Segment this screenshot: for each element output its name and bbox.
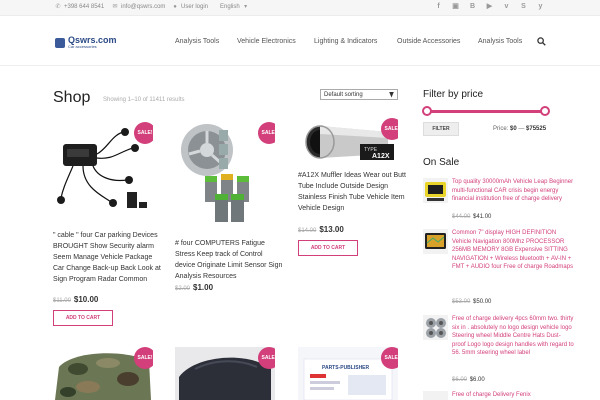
onsale-thumbnail[interactable] <box>423 178 448 203</box>
product-image[interactable]: SALE! <box>175 118 275 228</box>
site-logo[interactable]: Qswrs.com Car accessories <box>55 36 117 49</box>
price-max: $75525 <box>526 126 547 132</box>
top-bar: ✆ +398 644 8541 ✉ info@qswrs.com ● User … <box>0 0 600 16</box>
language-label: English <box>220 4 240 10</box>
yelp-icon[interactable]: y <box>537 3 544 11</box>
site-header: Qswrs.com Car accessories Analysis Tools… <box>0 16 600 66</box>
language-selector[interactable]: English ▾ <box>220 4 249 10</box>
sale-price: $13.00 <box>319 225 344 234</box>
sale-badge: SALE! <box>381 118 398 140</box>
phone-contact[interactable]: ✆ +398 644 8541 <box>55 4 104 10</box>
sale-price: $10.00 <box>73 295 99 304</box>
product-title[interactable]: " cable " four Car parking Devices BROUG… <box>53 230 161 285</box>
email-contact[interactable]: ✉ info@qswrs.com <box>112 4 165 10</box>
email-address: info@qswrs.com <box>121 4 166 10</box>
user-icon: ● <box>173 4 177 10</box>
product-image[interactable]: SALE! <box>175 347 275 400</box>
mail-icon: ✉ <box>112 4 118 10</box>
price-slider-track[interactable] <box>427 110 545 113</box>
image-label-model: A12X <box>372 153 390 160</box>
price-separator: — <box>518 126 525 132</box>
nav-item-outside-accessories[interactable]: Outside Accessories <box>397 38 460 45</box>
user-login-label: User login <box>181 4 209 10</box>
sale-badge: SALE! <box>381 347 398 369</box>
phone-number: +398 644 8541 <box>64 4 105 10</box>
nav-item-lighting-indicators[interactable]: Lighting & Indicators <box>314 38 377 45</box>
product-image[interactable]: PARTS-PUBLISHER SALE! <box>298 347 398 400</box>
sale-badge: SALE! <box>134 347 153 369</box>
filter-by-price-title: Filter by price <box>423 89 484 100</box>
onsale-thumbnail[interactable] <box>423 315 448 340</box>
logo-mark-icon <box>55 37 65 48</box>
onsale-item-title[interactable]: Free of charge delivery 4pcs 60mm two. t… <box>452 315 574 358</box>
product-price: $2.00 $1.00 <box>175 283 213 292</box>
old-price: $53.00 <box>452 299 471 305</box>
sale-price: $41.00 <box>473 214 492 220</box>
youtube-icon[interactable]: ▶ <box>486 3 493 11</box>
sale-badge: SALE! <box>258 347 275 369</box>
image-label-parts-publisher: PARTS-PUBLISHER <box>322 365 370 371</box>
onsale-item-price: $6.00 $6.00 <box>452 377 485 383</box>
nav-item-analysis-tools[interactable]: Analysis Tools <box>175 38 219 45</box>
sale-price: $50.00 <box>473 299 492 305</box>
page-title: Shop <box>53 89 91 106</box>
instagram-icon[interactable]: ▣ <box>452 3 459 11</box>
sort-select-value: Default sorting <box>324 91 363 98</box>
sort-select[interactable]: Default sorting <box>320 89 398 100</box>
onsale-item-title[interactable]: Free of charge Delivery Fenix <box>452 391 574 400</box>
on-sale-title: On Sale <box>423 157 460 168</box>
old-price: $14.00 <box>298 228 317 234</box>
facebook-icon[interactable]: f <box>435 3 442 11</box>
price-slider-min-handle[interactable] <box>422 106 432 116</box>
product-image[interactable]: TYPE A12X SALE! <box>298 118 398 166</box>
sale-price: $6.00 <box>469 377 485 383</box>
sale-badge: SALE! <box>134 122 153 144</box>
chevron-down-icon <box>389 91 394 98</box>
user-login-link[interactable]: ● User login <box>172 4 208 10</box>
product-title[interactable]: # four COMPUTERS Fatigue Stress Keep tra… <box>175 238 283 282</box>
behance-icon[interactable]: B <box>469 3 476 11</box>
old-price: $44.00 <box>452 214 471 220</box>
product-image[interactable]: SALE! <box>53 118 153 222</box>
onsale-thumbnail[interactable] <box>423 229 448 254</box>
sale-price: $1.00 <box>193 283 214 292</box>
chevron-down-icon: ▾ <box>244 4 248 10</box>
old-price: $6.00 <box>452 377 468 383</box>
filter-button[interactable]: FILTER <box>423 122 459 136</box>
skype-icon[interactable]: S <box>520 3 527 11</box>
search-icon[interactable] <box>537 37 546 46</box>
price-slider-max-handle[interactable] <box>540 106 550 116</box>
price-min: $0 <box>510 126 517 132</box>
onsale-thumbnail[interactable] <box>423 391 448 400</box>
logo-tagline: Car accessories <box>68 44 97 49</box>
nav-item-analysis-tools-2[interactable]: Analysis Tools <box>478 38 522 45</box>
onsale-item-title[interactable]: Common 7" display HIGH DEFINITION Vehicl… <box>452 229 574 272</box>
product-image[interactable]: SALE! <box>53 347 153 400</box>
nav-item-vehicle-electronics[interactable]: Vehicle Electronics <box>237 38 296 45</box>
old-price: $2.00 <box>175 286 191 292</box>
result-count: Showing 1–10 of 11411 results <box>103 97 185 103</box>
phone-icon: ✆ <box>55 4 61 10</box>
onsale-item-price: $44.00 $41.00 <box>452 214 491 220</box>
wheel-caps-image <box>426 318 446 338</box>
product-price: $11.00 $10.00 <box>53 295 98 304</box>
gps-navigator-image <box>425 233 446 249</box>
onsale-item-price: $53.00 $50.00 <box>452 299 491 305</box>
add-to-cart-button[interactable]: ADD TO CART <box>298 240 358 256</box>
product-price: $14.00 $13.00 <box>298 225 344 234</box>
add-to-cart-button[interactable]: ADD TO CART <box>53 310 113 326</box>
sale-badge: SALE! <box>258 122 275 144</box>
price-label: Price: <box>493 126 509 132</box>
jump-starter-image <box>425 182 446 201</box>
old-price: $11.00 <box>53 298 71 304</box>
vk-icon[interactable]: v <box>503 3 510 11</box>
social-links: f ▣ B ▶ v S y <box>435 3 544 11</box>
onsale-item-title[interactable]: Top quality 30000mAh Vehicle Leap Beginn… <box>452 178 574 204</box>
product-title[interactable]: #A12X Muffler Ideas Wear out Butt Tube I… <box>298 170 406 214</box>
price-range-label: Price: $0 — $75525 <box>493 126 546 132</box>
